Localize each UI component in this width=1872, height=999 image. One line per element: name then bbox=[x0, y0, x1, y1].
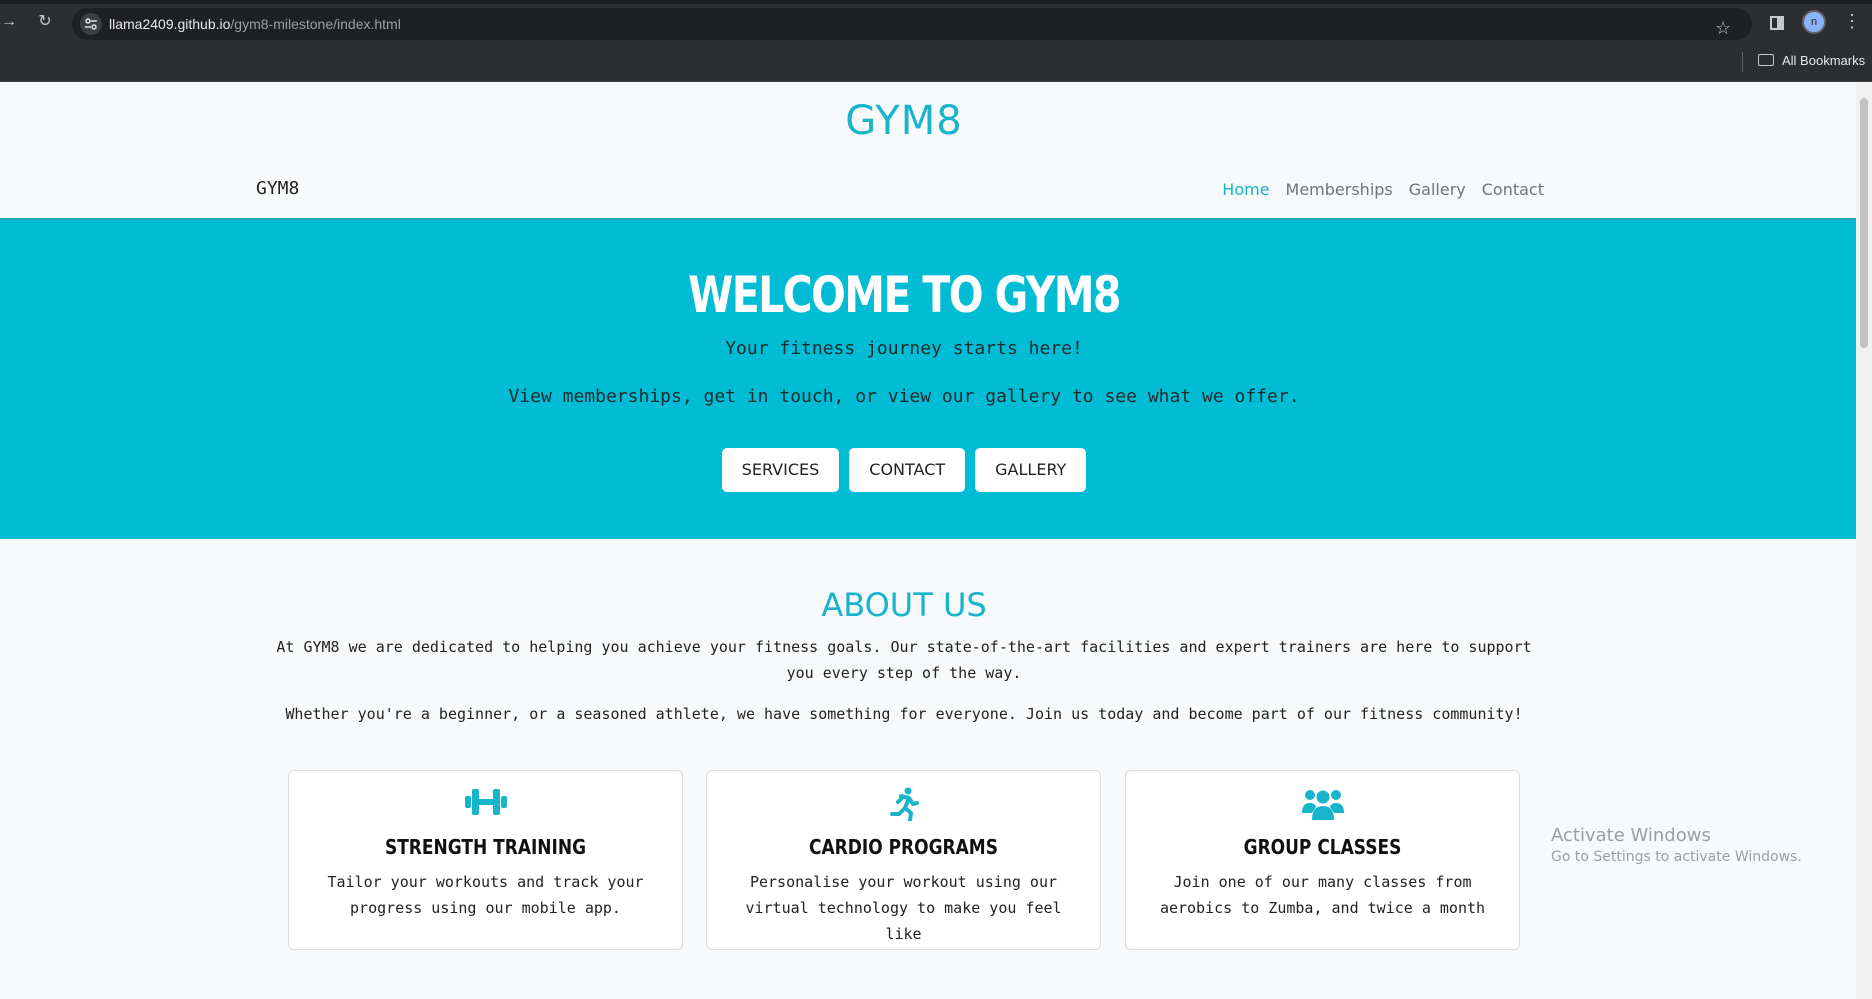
bookmarks-bar bbox=[0, 42, 1872, 82]
card-text: Tailor your workouts and track your prog… bbox=[327, 873, 644, 917]
hero-subtitle: Your fitness journey starts here! bbox=[725, 338, 1083, 359]
about-paragraph-1: At GYM8 we are dedicated to helping you … bbox=[276, 638, 1532, 682]
card-title: STRENGTH TRAINING bbox=[384, 835, 587, 859]
about-paragraph-2: Whether you're a beginner, or a seasoned… bbox=[285, 705, 1523, 723]
nav-home[interactable]: Home bbox=[1222, 180, 1269, 199]
more-menu-icon[interactable]: ⋮ bbox=[1843, 12, 1861, 30]
hero-title: WELCOME TO GYM8 bbox=[688, 266, 1121, 324]
card-text: Personalise your workout using our virtu… bbox=[745, 873, 1062, 943]
running-icon bbox=[707, 787, 1100, 823]
bookmark-star-icon[interactable]: ☆ bbox=[1715, 19, 1731, 37]
about-title: ABOUT US bbox=[821, 586, 987, 624]
url-path: /gym8-milestone/index.html bbox=[230, 16, 401, 32]
page-scrollbar[interactable] bbox=[1856, 82, 1872, 999]
tab-strip-edge bbox=[0, 0, 1872, 4]
navbar-brand[interactable]: GYM8 bbox=[256, 178, 299, 199]
scrollbar-thumb[interactable] bbox=[1860, 98, 1868, 348]
service-card-cardio: CARDIO PROGRAMS Personalise your workout… bbox=[706, 770, 1101, 950]
hero-buttons: SERVICES CONTACT GALLERY bbox=[0, 448, 1808, 492]
gallery-button[interactable]: GALLERY bbox=[975, 448, 1087, 492]
card-title: CARDIO PROGRAMS bbox=[809, 835, 998, 859]
profile-avatar[interactable]: n bbox=[1802, 10, 1826, 34]
reload-icon[interactable]: ↻ bbox=[36, 13, 54, 31]
url-text[interactable]: llama2409.github.io/gym8-milestone/index… bbox=[109, 16, 401, 32]
activate-windows-title: Activate Windows bbox=[1551, 825, 1711, 846]
contact-button[interactable]: CONTACT bbox=[849, 448, 966, 492]
service-card-group: GROUP CLASSES Join one of our many class… bbox=[1125, 770, 1520, 950]
forward-icon[interactable]: → bbox=[0, 13, 18, 31]
hero-section: WELCOME TO GYM8 Your fitness journey sta… bbox=[0, 218, 1856, 539]
nav-gallery[interactable]: Gallery bbox=[1409, 180, 1466, 199]
hero-description: View memberships, get in touch, or view … bbox=[508, 386, 1300, 407]
activate-windows-subtitle: Go to Settings to activate Windows. bbox=[1551, 849, 1802, 865]
all-bookmarks-button[interactable]: All Bookmarks bbox=[1782, 53, 1865, 68]
bookmarks-separator bbox=[1742, 52, 1743, 72]
nav-contact[interactable]: Contact bbox=[1482, 180, 1544, 199]
services-button[interactable]: SERVICES bbox=[721, 448, 840, 492]
dumbbell-icon bbox=[289, 787, 682, 823]
address-bar[interactable]: llama2409.github.io/gym8-milestone/index… bbox=[72, 8, 1752, 40]
side-panel-icon[interactable] bbox=[1770, 16, 1784, 30]
main-nav: Home Memberships Gallery Contact bbox=[1222, 180, 1544, 199]
folder-icon[interactable] bbox=[1758, 54, 1774, 66]
activate-windows-watermark: Activate Windows Go to Settings to activ… bbox=[1551, 825, 1802, 865]
site-title: GYM8 bbox=[845, 98, 963, 144]
users-icon bbox=[1126, 787, 1519, 823]
service-card-strength: STRENGTH TRAINING Tailor your workouts a… bbox=[288, 770, 683, 950]
site-info-icon[interactable] bbox=[80, 13, 102, 35]
url-host: llama2409.github.io bbox=[109, 16, 231, 32]
card-title: GROUP CLASSES bbox=[1243, 835, 1402, 859]
card-text: Join one of our many classes from aerobi… bbox=[1159, 873, 1486, 917]
nav-memberships[interactable]: Memberships bbox=[1286, 180, 1393, 199]
